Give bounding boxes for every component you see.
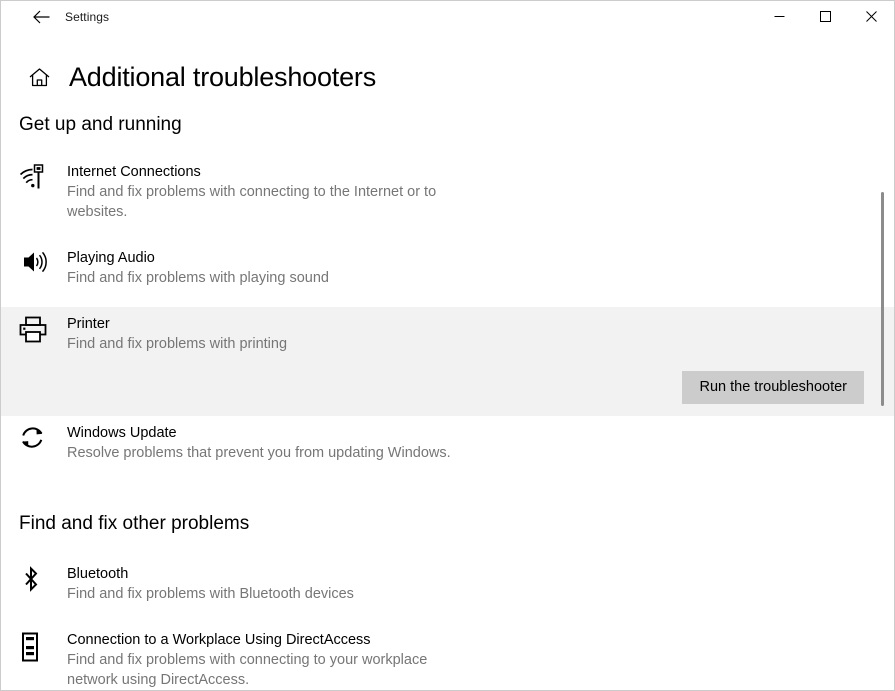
app-title: Settings	[65, 10, 110, 24]
speaker-audio-icon	[19, 248, 53, 274]
troubleshooter-item-directaccess[interactable]: Connection to a Workplace Using DirectAc…	[1, 623, 894, 690]
page-header: Additional troubleshooters	[1, 55, 894, 99]
run-the-troubleshooter-button[interactable]: Run the troubleshooter	[682, 371, 864, 404]
maximize-icon	[819, 10, 831, 25]
troubleshooter-description: Find and fix problems with Bluetooth dev…	[67, 586, 354, 602]
window-controls	[756, 1, 894, 33]
troubleshooter-group-get-up-and-running: Internet Connections Find and fix proble…	[1, 155, 894, 472]
troubleshooter-name: Printer	[67, 316, 110, 332]
page-title: Additional troubleshooters	[69, 61, 377, 92]
section-heading-find-and-fix-other-problems: Find and fix other problems	[19, 513, 250, 534]
section-heading-get-up-and-running: Get up and running	[19, 114, 182, 135]
troubleshooter-description: Resolve problems that prevent you from u…	[67, 445, 451, 461]
troubleshooter-group-find-and-fix-other-problems: Bluetooth Find and fix problems with Blu…	[1, 557, 894, 690]
troubleshooter-name: Windows Update	[67, 425, 177, 441]
troubleshooter-description: Find and fix problems with playing sound	[67, 270, 329, 286]
scrollbar-thumb[interactable]	[881, 192, 884, 406]
content-area: Get up and running Internet Connections …	[1, 114, 894, 690]
troubleshooter-description: Find and fix problems with connecting to…	[67, 184, 437, 220]
troubleshooter-item-printer[interactable]: Printer Find and fix problems with print…	[1, 307, 894, 416]
vertical-scrollbar[interactable]	[877, 114, 889, 690]
close-button[interactable]	[848, 1, 894, 33]
minimize-button[interactable]	[756, 1, 802, 33]
minimize-icon	[774, 10, 785, 25]
workplace-device-icon	[19, 630, 53, 662]
settings-window: Settings Additional troubleshooters Get …	[0, 0, 895, 691]
wifi-network-icon	[19, 162, 53, 192]
troubleshooter-description: Find and fix problems with printing	[67, 336, 288, 352]
troubleshooter-name: Internet Connections	[67, 164, 201, 180]
printer-icon	[19, 314, 53, 343]
troubleshooter-name: Connection to a Workplace Using DirectAc…	[67, 632, 371, 648]
maximize-button[interactable]	[802, 1, 848, 33]
home-icon[interactable]	[26, 64, 52, 90]
troubleshooter-item-playing-audio[interactable]: Playing Audio Find and fix problems with…	[1, 241, 894, 297]
troubleshooter-item-internet-connections[interactable]: Internet Connections Find and fix proble…	[1, 155, 894, 231]
bluetooth-icon	[19, 564, 53, 593]
back-button[interactable]	[24, 3, 58, 31]
troubleshooter-description: Find and fix problems with connecting to…	[67, 652, 428, 688]
troubleshooter-item-bluetooth[interactable]: Bluetooth Find and fix problems with Blu…	[1, 557, 894, 613]
back-arrow-icon	[32, 10, 50, 24]
titlebar: Settings	[1, 1, 894, 33]
action-row: Run the troubleshooter	[19, 371, 876, 404]
troubleshooter-name: Playing Audio	[67, 250, 155, 266]
troubleshooter-name: Bluetooth	[67, 566, 129, 582]
close-icon	[865, 10, 877, 25]
update-refresh-icon	[19, 423, 53, 451]
troubleshooter-item-windows-update[interactable]: Windows Update Resolve problems that pre…	[1, 416, 894, 472]
